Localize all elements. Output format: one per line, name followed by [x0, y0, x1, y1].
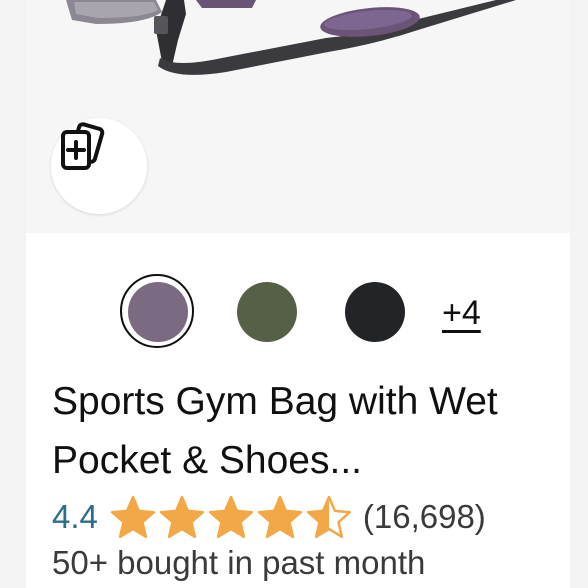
- star-full-icon: [159, 495, 205, 539]
- swatch-green[interactable]: [237, 282, 297, 342]
- review-count[interactable]: (16,698): [363, 498, 486, 536]
- swatch-purple[interactable]: [128, 282, 188, 342]
- compare-button[interactable]: [51, 118, 147, 214]
- compare-cards-icon: [61, 122, 105, 170]
- star-half-icon: [306, 495, 352, 539]
- rating-row[interactable]: 4.4 (16,698): [52, 494, 486, 540]
- star-rating[interactable]: [110, 494, 355, 540]
- star-full-icon: [257, 495, 303, 539]
- more-colors-link[interactable]: +4: [442, 296, 481, 330]
- swatch-black[interactable]: [345, 282, 405, 342]
- star-full-icon: [110, 495, 156, 539]
- product-title[interactable]: Sports Gym Bag with Wet Pocket & Shoes..…: [52, 372, 572, 490]
- product-image[interactable]: [26, 0, 570, 233]
- color-swatches: +4: [0, 274, 588, 350]
- star-full-icon: [208, 495, 254, 539]
- rating-value[interactable]: 4.4: [52, 498, 98, 536]
- bought-in-past-month: 50+ bought in past month: [52, 544, 426, 581]
